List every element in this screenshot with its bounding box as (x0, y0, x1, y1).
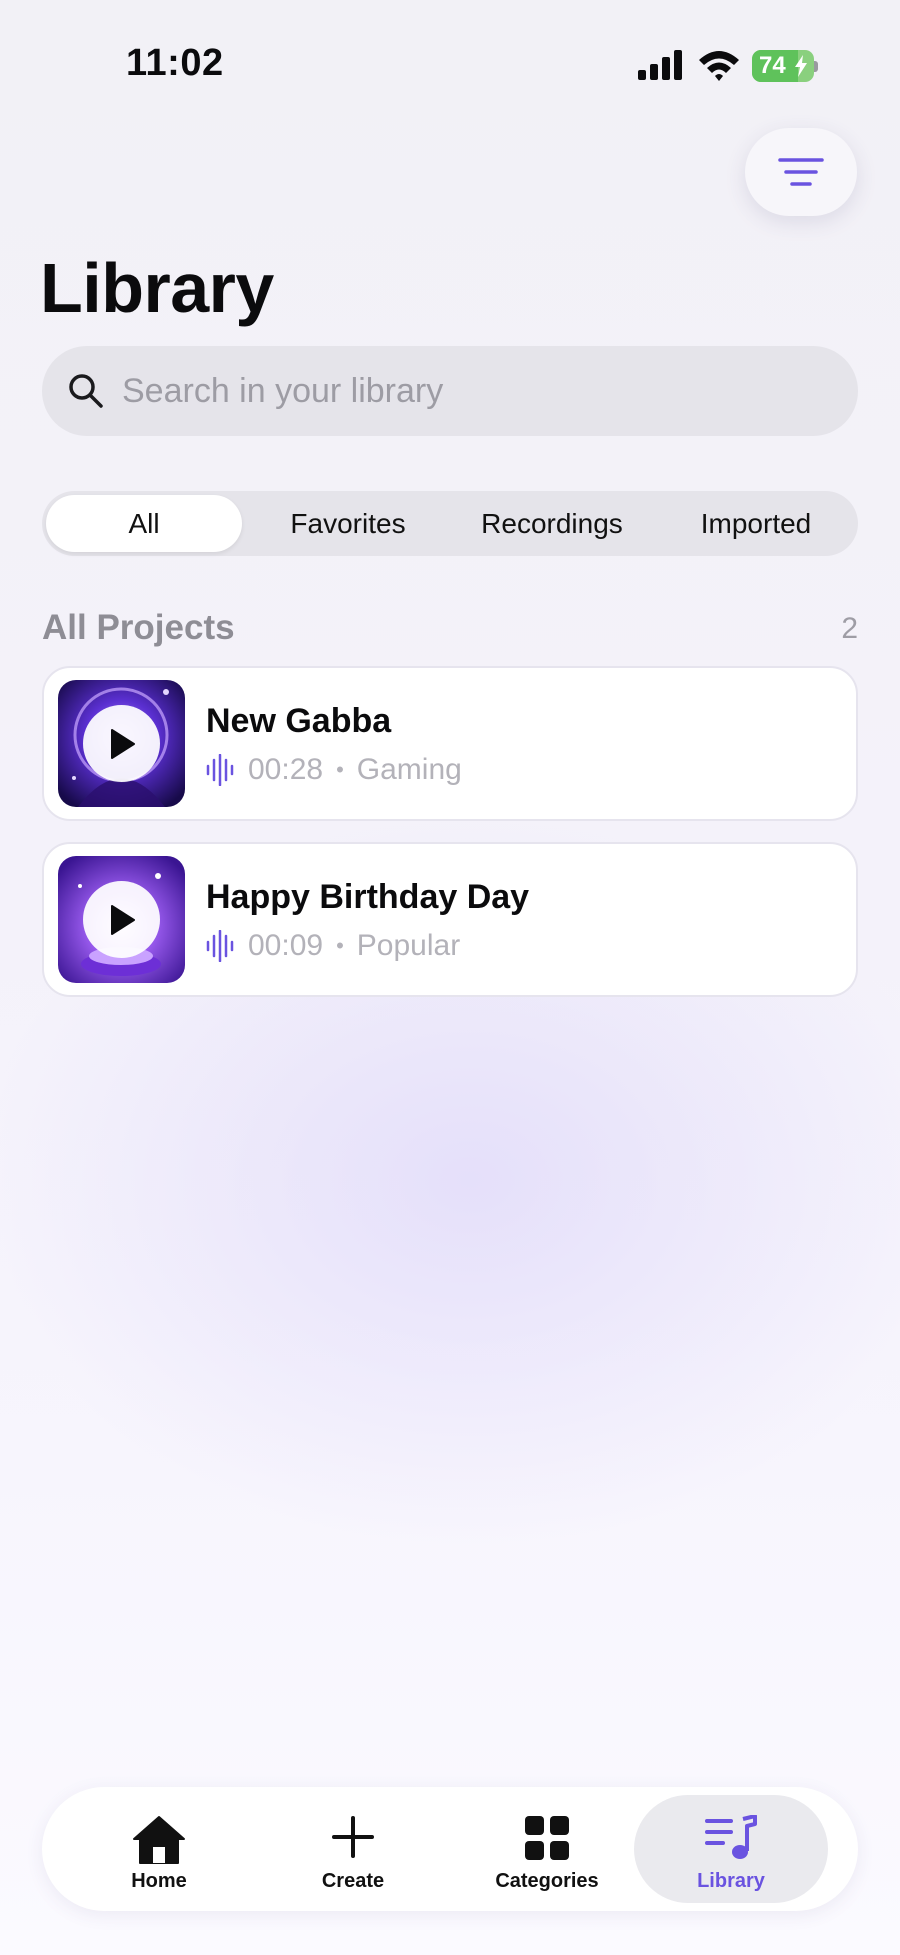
battery-indicator: 74 (752, 50, 814, 82)
wifi-icon (699, 51, 739, 81)
segment-imported[interactable]: Imported (658, 495, 854, 552)
play-icon (110, 904, 135, 935)
segment-all[interactable]: All (46, 495, 242, 552)
segmented-control: All Favorites Recordings Imported (42, 491, 858, 556)
page-title: Library (40, 249, 274, 327)
project-meta: 00:09 • Popular (206, 926, 460, 966)
project-duration: 00:28 (248, 753, 324, 786)
project-card[interactable]: New Gabba 00:28 • Gaming (42, 666, 858, 821)
play-button[interactable] (83, 705, 160, 782)
plus-icon (332, 1816, 374, 1858)
music-library-icon (705, 1815, 757, 1859)
play-icon (110, 728, 135, 759)
project-count: 2 (841, 612, 858, 645)
tab-create[interactable]: Create (256, 1795, 450, 1903)
filter-lines-icon (778, 158, 824, 186)
home-icon (133, 1816, 185, 1864)
segment-favorites[interactable]: Favorites (250, 495, 446, 552)
project-title: New Gabba (206, 702, 392, 740)
project-title: Happy Birthday Day (206, 878, 530, 916)
segment-recordings[interactable]: Recordings (454, 495, 650, 552)
project-category: Gaming (356, 753, 462, 786)
tab-home[interactable]: Home (62, 1795, 256, 1903)
tab-bar: Home Create Categories Library (42, 1787, 858, 1911)
battery-level: 74 (759, 52, 786, 79)
tab-label: Create (321, 1870, 385, 1892)
search-icon (69, 374, 103, 408)
tab-label: Library (697, 1870, 765, 1892)
cellular-signal-icon (638, 50, 682, 80)
battery-cap (814, 61, 818, 72)
play-button[interactable] (83, 881, 160, 958)
search-input[interactable] (122, 346, 822, 436)
meta-separator: • (336, 757, 344, 782)
search-field[interactable] (42, 346, 858, 436)
project-duration: 00:09 (248, 929, 324, 962)
tab-library[interactable]: Library (634, 1795, 828, 1903)
project-artwork (58, 680, 185, 807)
status-time: 11:02 (126, 42, 224, 84)
filter-button[interactable] (745, 128, 857, 216)
section-title: All Projects (42, 608, 235, 647)
waveform-icon (206, 930, 234, 962)
project-card[interactable]: Happy Birthday Day 00:09 • Popular (42, 842, 858, 997)
waveform-icon (206, 754, 234, 786)
project-category: Popular (356, 929, 461, 962)
tab-label: Categories (495, 1870, 599, 1892)
tab-label: Home (131, 1870, 187, 1892)
meta-separator: • (336, 933, 344, 958)
project-artwork (58, 856, 185, 983)
grid-icon (525, 1816, 569, 1860)
charging-bolt-icon (795, 55, 807, 77)
project-meta: 00:28 • Gaming (206, 750, 462, 790)
tab-categories[interactable]: Categories (450, 1795, 644, 1903)
